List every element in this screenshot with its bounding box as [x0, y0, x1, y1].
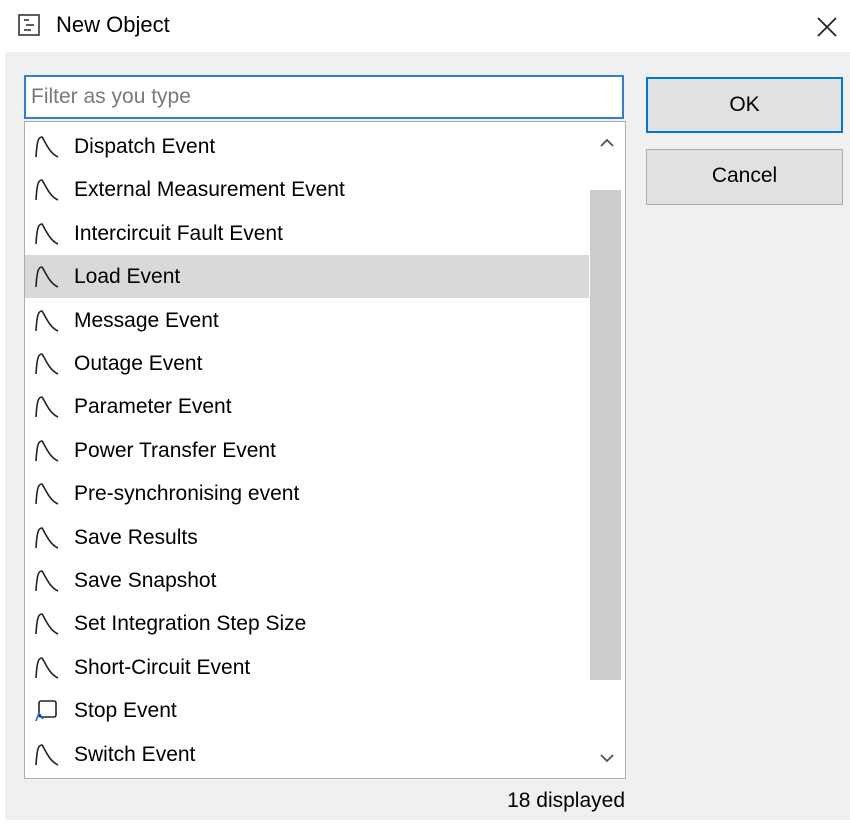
scroll-up-button[interactable] — [590, 122, 625, 166]
event-curve-icon — [33, 569, 59, 593]
window-title: New Object — [56, 12, 170, 37]
list-item[interactable]: External Measurement Event — [25, 168, 589, 211]
list-item-label: Save Results — [74, 525, 198, 549]
list-item-label: External Measurement Event — [74, 178, 345, 202]
list-item-label: Parameter Event — [74, 395, 232, 419]
list-item-label: Pre-synchronising event — [74, 482, 300, 506]
list-item-label: Stop Event — [74, 699, 177, 723]
event-curve-icon — [33, 439, 59, 463]
list-item-label: Message Event — [74, 308, 219, 332]
items-displayed-count: 18 displayed — [507, 789, 625, 812]
dialog-icon — [18, 14, 40, 36]
list-item[interactable]: Switch Event — [25, 733, 589, 776]
list-item[interactable]: Stop Event — [25, 689, 589, 732]
event-curve-icon — [33, 178, 59, 202]
filter-input[interactable] — [24, 75, 624, 119]
event-curve-icon — [33, 656, 59, 680]
list-item[interactable]: Outage Event — [25, 342, 589, 385]
list-item-label: Save Snapshot — [74, 569, 217, 592]
scroll-thumb[interactable] — [590, 190, 621, 680]
stop-event-icon — [33, 699, 59, 723]
vertical-scrollbar[interactable] — [590, 122, 625, 778]
list-item-label: Set Integration Step Size — [74, 612, 307, 636]
list-item-label: Switch Event — [74, 742, 196, 766]
ok-button[interactable]: OK — [646, 77, 843, 133]
event-curve-icon — [33, 309, 59, 333]
event-curve-icon — [33, 265, 59, 289]
list-item[interactable]: Load Event — [25, 255, 589, 299]
list-item-label: Power Transfer Event — [74, 438, 276, 462]
list-item-label: Dispatch Event — [74, 135, 216, 158]
event-curve-icon — [33, 395, 59, 419]
chevron-down-icon — [600, 754, 614, 763]
scroll-down-button[interactable] — [590, 736, 625, 778]
list-item[interactable]: Power Transfer Event — [25, 429, 589, 472]
event-curve-icon — [33, 612, 59, 636]
close-icon — [817, 17, 837, 37]
close-button[interactable] — [806, 6, 846, 46]
list-item[interactable]: Message Event — [25, 299, 589, 342]
list-item[interactable]: Intercircuit Fault Event — [25, 212, 589, 255]
object-type-list[interactable]: Dispatch Event External Measurement Event… — [24, 121, 626, 779]
list-item[interactable]: Short-Circuit Event — [25, 646, 589, 689]
event-curve-icon — [33, 222, 59, 246]
title-bar: New Object — [0, 0, 850, 52]
list-item-label: Intercircuit Fault Event — [74, 221, 283, 245]
event-curve-icon — [33, 135, 59, 159]
cancel-button[interactable]: Cancel — [646, 149, 843, 205]
list-item[interactable]: Parameter Event — [25, 385, 589, 428]
event-curve-icon — [33, 482, 59, 506]
list-item-label: Outage Event — [74, 352, 203, 375]
event-curve-icon — [33, 352, 59, 376]
list-item[interactable]: Save Results — [25, 516, 589, 559]
list-item-label: Load Event — [74, 265, 181, 289]
list-item[interactable]: Save Snapshot — [25, 559, 589, 602]
event-curve-icon — [33, 743, 59, 767]
list-item[interactable]: Set Integration Step Size — [25, 602, 589, 645]
list-item[interactable]: Pre-synchronising event — [25, 472, 589, 515]
list-item[interactable]: Dispatch Event — [25, 125, 589, 168]
chevron-up-icon — [600, 138, 614, 147]
event-curve-icon — [33, 526, 59, 550]
list-item-label: Short-Circuit Event — [74, 655, 251, 679]
